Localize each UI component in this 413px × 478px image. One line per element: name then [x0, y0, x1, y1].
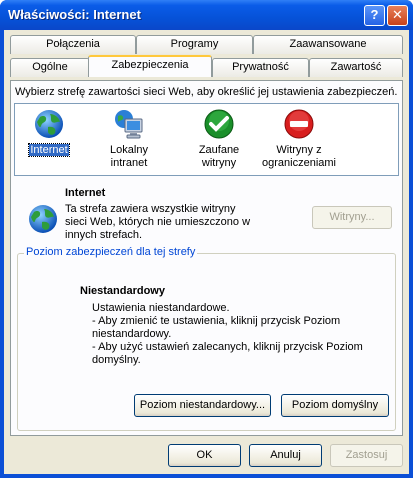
zones-list[interactable]: Internet Lokalny intranet Zaufane witryn…	[14, 103, 399, 176]
tab-zawartosc[interactable]: Zawartość	[309, 58, 403, 77]
zone-trusted-sites[interactable]: Zaufane witryny	[179, 108, 259, 170]
zone-label: Zaufane witryny	[179, 144, 259, 170]
description-line: - Aby użyć ustawień zalecanych, kliknij …	[92, 341, 363, 353]
tab-programy[interactable]: Programy	[136, 35, 253, 54]
zone-label-text: Internet	[28, 143, 70, 157]
globe-icon	[29, 205, 57, 233]
default-level-button[interactable]: Poziom domyślny	[281, 394, 389, 417]
security-level-group: Poziom zabezpieczeń dla tej strefy Niest…	[17, 246, 396, 431]
window-title: Właściwości: Internet	[8, 7, 141, 22]
apply-button[interactable]: Zastosuj	[330, 444, 403, 467]
restricted-no-entry-icon	[284, 109, 314, 139]
tab-polaczenia[interactable]: Połączenia	[10, 35, 136, 54]
security-level-title: Niestandardowy	[80, 285, 165, 297]
security-level-legend: Poziom zabezpieczeń dla tej strefy	[24, 246, 198, 258]
ok-button[interactable]: OK	[168, 444, 241, 467]
zone-restricted-sites[interactable]: Witryny z ograniczeniami	[259, 108, 339, 170]
cancel-button[interactable]: Anuluj	[249, 444, 322, 467]
zone-label: Lokalny intranet	[89, 144, 169, 170]
description-line: domyślny.	[92, 354, 141, 366]
description-line: Ta strefa zawiera wszystkie witryny	[65, 203, 236, 215]
description-line: sieci Web, których nie umieszczono w	[65, 216, 251, 228]
tab-prywatnosc[interactable]: Prywatność	[212, 58, 309, 77]
zone-label-line: ograniczeniami	[262, 157, 336, 169]
zone-label-line: Witryny z	[276, 144, 322, 156]
zone-label-line: intranet	[110, 157, 148, 169]
tab-label: Zawartość	[330, 61, 382, 73]
zone-label: Witryny z ograniczeniami	[259, 144, 339, 170]
description-line: niestandardowy.	[92, 328, 172, 340]
tab-zaawansowane[interactable]: Zaawansowane	[253, 35, 403, 54]
tab-zabezpieczenia[interactable]: Zabezpieczenia	[88, 55, 212, 77]
zone-label-line: Zaufane	[198, 144, 240, 156]
tab-ogolne[interactable]: Ogólne	[10, 58, 90, 77]
tab-label: Ogólne	[32, 61, 68, 73]
security-tab-panel: Wybierz strefę zawartości sieci Web, aby…	[10, 80, 403, 436]
dialog-window: Właściwości: Internet ? ✕ Połączenia Pro…	[0, 0, 413, 478]
tab-label: Zaawansowane	[289, 38, 367, 50]
tab-label: Połączenia	[46, 38, 100, 50]
selected-zone-title: Internet	[65, 187, 106, 199]
custom-level-button[interactable]: Poziom niestandardowy...	[134, 394, 271, 417]
trusted-check-icon	[204, 109, 234, 139]
local-intranet-icon	[115, 110, 143, 139]
tab-label: Programy	[170, 38, 219, 50]
description-line: Ustawienia niestandardowe.	[92, 302, 230, 314]
description-line: innych strefach.	[65, 229, 143, 241]
zone-internet[interactable]: Internet	[9, 108, 89, 157]
zone-label-line: Lokalny	[110, 144, 148, 156]
title-bar[interactable]: Właściwości: Internet ? ✕	[0, 0, 413, 30]
help-button[interactable]: ?	[364, 5, 385, 26]
security-level-description: Ustawienia niestandardowe. - Aby zmienić…	[92, 302, 382, 367]
zone-label-line: witryny	[201, 157, 237, 169]
selected-zone-description: Ta strefa zawiera wszystkie witryny siec…	[65, 203, 255, 242]
description-line: - Aby zmienić te ustawienia, kliknij prz…	[92, 315, 341, 327]
tab-label: Prywatność	[232, 61, 289, 73]
tab-label: Zabezpieczenia	[111, 59, 189, 71]
zone-label: Internet	[9, 143, 89, 157]
zones-instruction: Wybierz strefę zawartości sieci Web, aby…	[15, 86, 398, 98]
zone-local-intranet[interactable]: Lokalny intranet	[89, 108, 169, 170]
dialog-client-area: Połączenia Programy Zaawansowane Ogólne …	[4, 30, 409, 474]
close-button[interactable]: ✕	[387, 5, 408, 26]
globe-icon	[35, 110, 63, 138]
sites-button[interactable]: Witryny...	[312, 206, 392, 229]
